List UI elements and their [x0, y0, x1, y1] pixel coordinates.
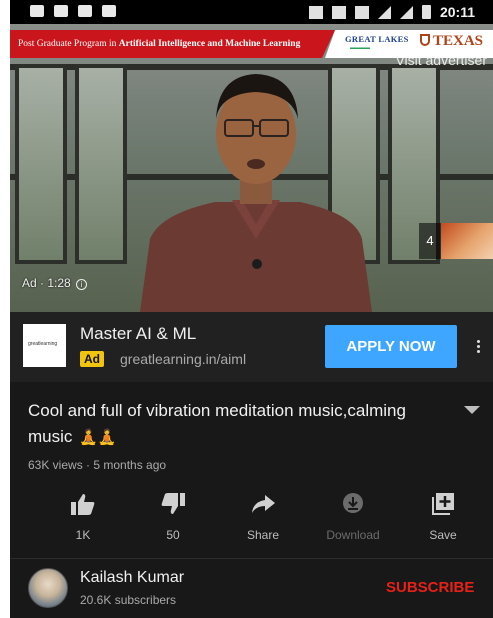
notification-icon [54, 5, 68, 17]
share-button[interactable]: Share [223, 484, 303, 548]
ad-url[interactable]: greatlearning.in/aiml [120, 351, 246, 367]
save-to-playlist-icon [432, 493, 454, 515]
video-info-panel: Cool and full of vibration meditation mu… [10, 382, 493, 618]
brand-logo-texas-label: TEXAS [433, 33, 484, 49]
download-label: Download [326, 528, 380, 542]
phone-screen: 20:11 Post Graduate Program in Artificia… [10, 0, 493, 618]
next-video-thumbnail[interactable] [441, 223, 493, 259]
visit-advertiser-link[interactable]: Visit advertiser [395, 52, 487, 68]
signal-icon [377, 5, 391, 19]
avatar[interactable] [28, 568, 68, 608]
system-icons: 20:11 [308, 4, 475, 20]
save-label: Save [429, 528, 457, 542]
wifi-icon [354, 5, 369, 19]
like-count: 1K [75, 528, 91, 542]
thumbs-up-icon [71, 494, 95, 515]
channel-row: Kailash Kumar 20.6K subscribers SUBSCRIB… [10, 559, 493, 618]
brand-logo-great-lakes: GREAT LAKES [345, 34, 409, 44]
battery-icon [421, 5, 431, 19]
brand-logo-great-lakes-sub: ▬▬▬▬ [350, 45, 370, 51]
video-player[interactable]: Post Graduate Program in Artificial Inte… [10, 24, 493, 312]
video-title[interactable]: Cool and full of vibration meditation mu… [28, 398, 448, 451]
banner-program-name: Artificial Intelligence and Machine Lear… [118, 39, 301, 49]
notification-icon [78, 5, 92, 17]
info-icon[interactable]: i [76, 279, 88, 290]
advertiser-logo[interactable]: greatlearning [23, 324, 66, 367]
expand-description-icon[interactable] [464, 406, 480, 414]
action-bar: 1K 50 Share Download Save [10, 484, 493, 548]
shield-icon [420, 34, 430, 46]
more-options-icon[interactable] [473, 338, 483, 358]
notification-icon [30, 5, 44, 17]
vibrate-icon [331, 5, 346, 19]
status-clock: 20:11 [439, 4, 475, 20]
share-icon [252, 495, 275, 513]
download-icon [343, 493, 363, 513]
cast-icon [308, 5, 323, 19]
ad-badge: Ad [80, 351, 104, 367]
notification-icons [30, 5, 116, 17]
skip-thumbnail-count[interactable]: 4 [419, 223, 441, 259]
dislike-button[interactable]: 50 [133, 484, 213, 548]
thumbs-down-icon [161, 493, 185, 514]
meditation-emoji: 🧘🧘 [79, 429, 117, 446]
ad-timer-text: Ad · 1:28 [22, 276, 71, 290]
like-button[interactable]: 1K [43, 484, 123, 548]
ad-timer: Ad · 1:28 i [22, 276, 88, 290]
notification-icon [102, 5, 116, 17]
download-button[interactable]: Download [313, 484, 393, 548]
ad-companion-banner[interactable]: greatlearning Master AI & ML Ad greatlea… [10, 312, 493, 382]
channel-name[interactable]: Kailash Kumar [80, 569, 184, 587]
brand-logo-texas: TEXAS [420, 33, 483, 50]
banner-text: Post Graduate Program in [18, 39, 119, 49]
status-bar: 20:11 [10, 0, 493, 24]
ad-title[interactable]: Master AI & ML [80, 324, 196, 344]
video-metadata: 63K views · 5 months ago [28, 458, 167, 472]
advertiser-logo-text: greatlearning [28, 341, 58, 347]
save-button[interactable]: Save [403, 484, 483, 548]
subscriber-count: 20.6K subscribers [80, 593, 177, 607]
ad-banner: Post Graduate Program in Artificial Inte… [10, 30, 335, 58]
dislike-count: 50 [166, 528, 180, 542]
share-label: Share [246, 528, 280, 542]
subscribe-button[interactable]: SUBSCRIBE [386, 579, 474, 596]
apply-now-button[interactable]: APPLY NOW [325, 325, 457, 368]
signal-icon [399, 5, 413, 19]
